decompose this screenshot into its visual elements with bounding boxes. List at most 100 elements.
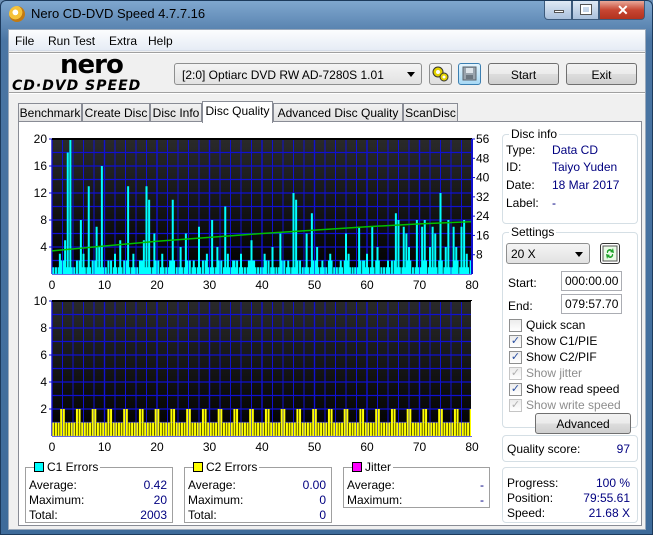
disc-type-value: Data CD xyxy=(552,143,599,157)
c1-baseline-bar xyxy=(123,260,126,274)
exit-button[interactable]: Exit xyxy=(566,63,637,85)
start-field[interactable]: 000:00.00 xyxy=(561,271,622,291)
tab-scandisc[interactable]: ScanDisc xyxy=(403,103,458,122)
speed-select[interactable]: 20 X xyxy=(506,243,590,264)
jitter-average-value: - xyxy=(480,478,484,492)
c1-baseline-bar xyxy=(191,422,194,436)
c1-error-bar xyxy=(253,260,256,274)
c1-error-bar xyxy=(415,220,418,274)
c1-baseline-bar xyxy=(178,422,181,436)
c1-baseline-bar xyxy=(275,267,278,274)
c1-baseline-bar xyxy=(83,422,86,436)
c1-baseline-bar xyxy=(89,422,92,436)
c1-baseline-bar xyxy=(464,422,467,436)
y2-tick-label: 48 xyxy=(476,151,490,165)
end-field[interactable]: 079:57.70 xyxy=(561,294,622,314)
quality-score-value: 97 xyxy=(616,442,630,456)
show-write-speed-checkbox[interactable]: ✓ xyxy=(509,399,522,412)
c1-baseline-bar xyxy=(257,422,260,436)
show-c1-pie-checkbox[interactable]: ✓ xyxy=(509,335,522,348)
c1-error-bar xyxy=(421,226,424,274)
menu-file[interactable]: File xyxy=(15,34,34,48)
start-button[interactable]: Start xyxy=(488,63,559,85)
c1-baseline-bar xyxy=(78,409,81,436)
c1-baseline-bar xyxy=(102,422,105,436)
c1-baseline-bar xyxy=(201,260,204,274)
minimize-button[interactable] xyxy=(544,1,572,20)
c1-error-bar xyxy=(66,152,69,274)
menu-extra[interactable]: Extra xyxy=(109,34,137,48)
tab-disc-info[interactable]: Disc Info xyxy=(150,103,202,122)
y2-tick-label: 24 xyxy=(476,209,490,223)
c1-error-bar xyxy=(447,220,450,274)
c1-baseline-bar xyxy=(251,409,254,436)
c1-baseline-bar xyxy=(68,422,71,436)
c1-baseline-bar xyxy=(317,422,320,436)
c1-baseline-bar xyxy=(54,422,57,436)
c1-baseline-bar xyxy=(362,409,365,436)
jitter-group: Jitter Average: - Maximum: - xyxy=(343,460,490,508)
c1-error-bar xyxy=(423,220,426,274)
c1-baseline-bar xyxy=(398,422,401,436)
tab-advanced-disc-quality[interactable]: Advanced Disc Quality xyxy=(273,103,403,122)
c1-baseline-bar xyxy=(322,422,325,436)
save-button[interactable] xyxy=(458,63,481,85)
c1-error-chart: 4812162081624324048560 10 20 30 40 50 60 70 80 xyxy=(34,132,490,292)
c1-error-bar xyxy=(347,253,350,274)
c1-baseline-bar xyxy=(414,422,417,436)
c1-baseline-bar xyxy=(401,422,404,436)
c1-baseline-bar xyxy=(136,422,139,436)
c1-baseline-bar xyxy=(204,409,207,436)
c1-error-bar xyxy=(316,247,319,274)
refresh-button[interactable] xyxy=(600,243,620,264)
c1-baseline-bar xyxy=(220,260,223,274)
x-tick-label: 50 xyxy=(308,278,322,292)
c1-baseline-bar xyxy=(299,409,302,436)
position-value: 79:55.61 xyxy=(583,491,630,505)
app-window: Nero CD-DVD Speed 4.7.7.16 ✕ File Run Te… xyxy=(0,0,653,535)
tab-create-disc[interactable]: Create Disc xyxy=(82,103,150,122)
c1-baseline-bar xyxy=(75,409,78,436)
tab-disc-quality[interactable]: Disc Quality xyxy=(202,101,273,123)
c2-errors-group: C2 Errors Average: 0.00 Maximum: 0 Total… xyxy=(184,460,332,523)
c1-baseline-bar xyxy=(57,422,60,436)
advanced-button[interactable]: Advanced xyxy=(535,413,631,434)
c1-baseline-bar xyxy=(383,267,386,274)
maximize-button[interactable] xyxy=(572,1,599,20)
y-tick-label: 16 xyxy=(34,159,48,173)
c1-baseline-bar xyxy=(285,422,288,436)
tab-benchmark[interactable]: Benchmark xyxy=(18,103,82,122)
close-icon: ✕ xyxy=(617,2,629,18)
c1-baseline-bar xyxy=(312,409,315,436)
menu-help[interactable]: Help xyxy=(148,34,173,48)
c1-baseline-bar xyxy=(112,422,115,436)
drive-options-button[interactable] xyxy=(429,63,452,85)
drive-select[interactable]: [2:0] Optiarc DVD RW AD-7280S 1.01 xyxy=(174,63,422,85)
c1-baseline-bar xyxy=(393,409,396,436)
end-label: End: xyxy=(508,299,533,313)
c1-baseline-bar xyxy=(81,422,84,436)
c1-baseline-bar xyxy=(335,267,338,274)
c1-baseline-bar xyxy=(173,409,176,436)
show-c2-pif-checkbox[interactable]: ✓ xyxy=(509,351,522,364)
c1-baseline-bar xyxy=(175,267,178,274)
c1-error-bar xyxy=(87,186,90,274)
c1-error-bar xyxy=(79,220,82,274)
floppy-disk-icon xyxy=(462,66,477,81)
c1-baseline-bar xyxy=(144,422,147,436)
c1-baseline-bar xyxy=(443,422,446,436)
quick-scan-checkbox[interactable] xyxy=(509,319,522,332)
show-read-speed-checkbox[interactable]: ✓ xyxy=(509,383,522,396)
c1-baseline-bar xyxy=(180,422,183,436)
position-label: Position: xyxy=(507,491,554,505)
show-jitter-checkbox[interactable]: ✓ xyxy=(509,367,522,380)
c1-baseline-bar xyxy=(467,422,470,436)
c1-error-bar xyxy=(452,226,455,274)
c2-total-label: Total: xyxy=(188,508,217,522)
c1-total-value: 2003 xyxy=(140,508,167,522)
c1-error-bar xyxy=(405,233,408,274)
c1-baseline-bar xyxy=(162,422,165,436)
y-tick-label: 20 xyxy=(34,132,48,146)
menu-run-test[interactable]: Run Test xyxy=(48,34,95,48)
close-button[interactable]: ✕ xyxy=(599,1,645,20)
